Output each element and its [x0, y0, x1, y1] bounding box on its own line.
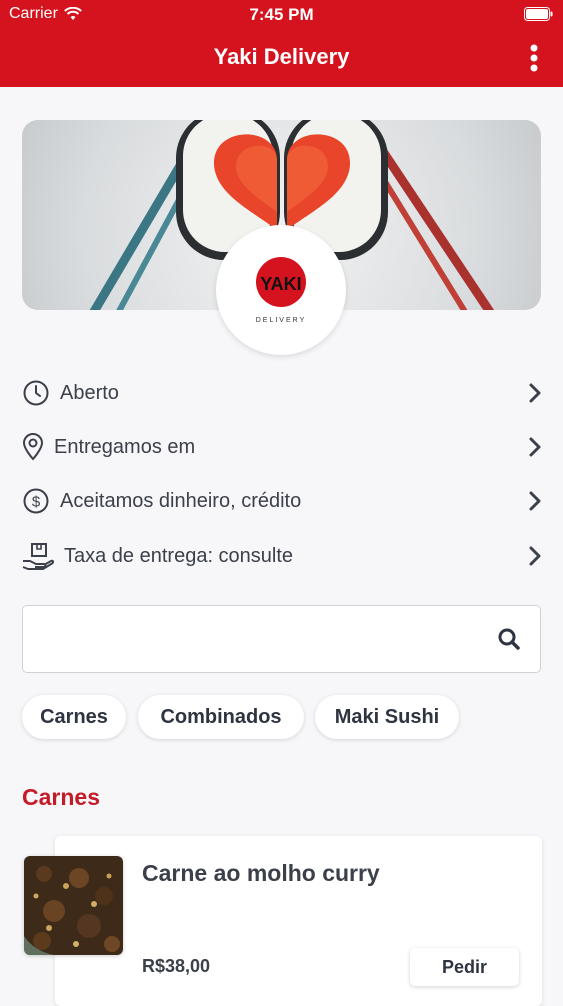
product-price: R$38,00 [142, 956, 211, 976]
app-header: Carrier 7:45 PM Yaki Delivery [0, 0, 563, 87]
delivery-box-icon [22, 542, 54, 570]
info-label: Aberto [60, 381, 119, 404]
category-chip-label: Carnes [40, 705, 108, 728]
nav-bar: Yaki Delivery [0, 30, 563, 87]
yaki-logo-icon: YAKI DELIVERY [256, 257, 307, 324]
status-bar: Carrier 7:45 PM [0, 0, 563, 30]
category-chip-combinados[interactable]: Combinados [138, 695, 304, 739]
chevron-right-icon [529, 437, 541, 457]
page-title: Yaki Delivery [213, 44, 350, 69]
category-chip-carnes[interactable]: Carnes [22, 695, 126, 739]
svg-text:$: $ [32, 494, 41, 511]
category-chip-label: Maki Sushi [334, 705, 440, 728]
chevron-right-icon [529, 491, 541, 511]
clock-icon [22, 379, 50, 407]
info-row-payment-methods[interactable]: $ Aceitamos dinheiro, crédito [22, 481, 542, 521]
battery-icon [524, 7, 553, 21]
info-row-delivery-area[interactable]: Entregamos em [22, 427, 542, 467]
info-label: Aceitamos dinheiro, crédito [60, 489, 302, 512]
product-image [24, 856, 123, 955]
info-row-delivery-fee[interactable]: Taxa de entrega: consulte [22, 536, 542, 576]
search-input[interactable] [35, 618, 479, 662]
search-icon[interactable] [498, 628, 520, 650]
category-chip-label: Combinados [160, 705, 282, 728]
svg-text:DELIVERY: DELIVERY [256, 317, 307, 324]
menu-search-box [22, 605, 541, 673]
info-label: Taxa de entrega: consulte [64, 544, 294, 567]
status-time: 7:45 PM [249, 5, 314, 24]
product-name: Carne ao molho curry [142, 860, 380, 886]
info-label: Entregamos em [54, 435, 196, 458]
dollar-icon: $ [22, 487, 50, 515]
location-pin-icon [22, 433, 44, 461]
restaurant-logo: YAKI DELIVERY [216, 225, 346, 355]
order-button[interactable]: Pedir [410, 948, 519, 986]
more-vertical-icon[interactable] [527, 44, 541, 72]
info-row-opening-hours[interactable]: Aberto [22, 373, 542, 413]
category-chip-maki-sushi[interactable]: Maki Sushi [315, 695, 459, 739]
chevron-right-icon [529, 546, 541, 566]
section-title: Carnes [22, 784, 100, 810]
chevron-right-icon [529, 383, 541, 403]
svg-text:YAKI: YAKI [260, 274, 301, 294]
